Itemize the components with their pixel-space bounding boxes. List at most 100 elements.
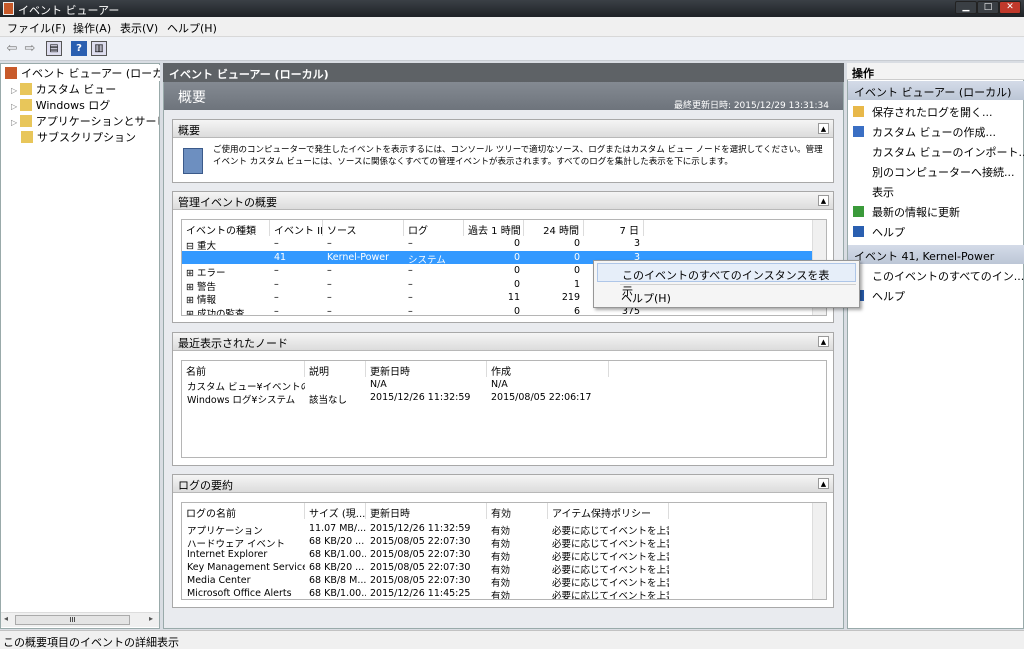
- expand-arrow-icon[interactable]: ▷: [11, 102, 20, 111]
- admin-section-header[interactable]: 管理イベントの概要 ▲: [173, 192, 833, 210]
- action-item[interactable]: このイベントのすべてのイン...: [872, 268, 1024, 284]
- recent-section-header[interactable]: 最近表示されたノード ▲: [173, 333, 833, 351]
- menu-view[interactable]: 表示(V): [120, 20, 158, 36]
- table-cell: 0: [573, 251, 580, 263]
- table-cell: –: [274, 278, 279, 290]
- collapse-icon[interactable]: ▲: [818, 195, 829, 206]
- column-header[interactable]: 24 時間: [524, 220, 584, 236]
- console-tree-icon[interactable]: ▤: [46, 41, 62, 56]
- collapse-icon[interactable]: ▲: [818, 123, 829, 134]
- open-log-icon: [853, 106, 864, 117]
- column-header[interactable]: 7 日: [584, 220, 644, 236]
- scroll-thumb[interactable]: III: [15, 615, 130, 625]
- collapse-icon[interactable]: ▲: [818, 478, 829, 489]
- column-header[interactable]: 更新日時: [366, 361, 487, 377]
- log-section-header[interactable]: ログの要約 ▲: [173, 475, 833, 493]
- menu-item-show-all-instances[interactable]: このイベントのすべてのインスタンスを表示: [597, 263, 856, 298]
- center-header: イベント ビューアー (ローカル): [163, 63, 844, 82]
- tree-item-windows-logs[interactable]: ▷ Windows ログ: [11, 97, 159, 113]
- table-cell: 2015/08/05 22:07:30: [370, 536, 471, 547]
- menu-help[interactable]: ヘルプ(H): [167, 20, 217, 36]
- vertical-scrollbar[interactable]: [812, 503, 826, 599]
- table-cell: –: [408, 292, 413, 303]
- table-cell: 有効: [491, 591, 511, 600]
- log-summary-table: ログの名前 サイズ (現... 更新日時 有効 アイテム保持ポリシー アプリケー…: [181, 502, 827, 600]
- tree-label: サブスクリプション: [37, 131, 136, 144]
- column-header[interactable]: 過去 1 時間: [464, 220, 524, 236]
- back-arrow-icon[interactable]: ⇦: [4, 40, 20, 58]
- action-item[interactable]: 別のコンピューターへ接続...: [872, 164, 1015, 180]
- tree-item-subscriptions[interactable]: サブスクリプション: [21, 129, 159, 145]
- tree-label: カスタム ビュー: [35, 83, 117, 96]
- menu-item-help[interactable]: ヘルプ(H): [597, 287, 856, 306]
- summary-section-header[interactable]: 概要 ▲: [173, 120, 833, 138]
- collapse-icon[interactable]: ▲: [818, 336, 829, 347]
- status-bar: この概要項目のイベントの詳細表示: [0, 630, 1024, 649]
- column-header[interactable]: ソース: [323, 220, 404, 236]
- column-header[interactable]: サイズ (現...: [305, 503, 366, 519]
- menu-action[interactable]: 操作(A): [73, 20, 111, 36]
- menu-file[interactable]: ファイル(F): [7, 20, 66, 36]
- menu-bar: ファイル(F) 操作(A) 表示(V) ヘルプ(H): [0, 17, 1024, 37]
- column-header[interactable]: 作成: [487, 361, 609, 377]
- maximize-button[interactable]: □: [977, 1, 999, 14]
- tree-item-root[interactable]: イベント ビューアー (ローカル): [5, 65, 160, 81]
- table-cell: 2015/12/26 11:32:59: [370, 392, 471, 403]
- action-item[interactable]: 保存されたログを開く...: [872, 104, 993, 120]
- action-item[interactable]: カスタム ビューの作成...: [872, 124, 996, 140]
- section-title: 管理イベントの概要: [178, 196, 277, 209]
- table-cell: –: [408, 238, 413, 249]
- folder-icon: [19, 115, 32, 127]
- console-tree: イベント ビューアー (ローカル) ▷ カスタム ビュー ▷ Windows ロ…: [0, 63, 160, 629]
- table-cell: 68 KB/8 M...: [309, 575, 366, 586]
- actions-group-event[interactable]: イベント 41, Kernel-Power: [848, 245, 1024, 264]
- column-header[interactable]: 有効: [487, 503, 548, 519]
- close-button[interactable]: ✕: [999, 1, 1021, 14]
- table-cell: 6: [573, 305, 580, 316]
- action-item[interactable]: 最新の情報に更新: [872, 204, 960, 220]
- expand-arrow-icon[interactable]: ▷: [11, 118, 20, 127]
- action-item[interactable]: 表示: [872, 184, 894, 200]
- tree-item-custom-views[interactable]: ▷ カスタム ビュー: [11, 81, 159, 97]
- column-header[interactable]: イベントの種類: [182, 220, 270, 236]
- tree-label: イベント ビューアー (ローカル): [21, 67, 160, 80]
- table-cell: –: [327, 305, 332, 316]
- action-pane-icon[interactable]: ▥: [91, 41, 107, 56]
- event-viewer-icon: [5, 67, 17, 79]
- column-header[interactable]: ログ: [404, 220, 464, 236]
- table-cell: –: [408, 305, 413, 316]
- scroll-right-icon[interactable]: ▸: [149, 614, 153, 623]
- column-header[interactable]: ログの名前: [182, 503, 305, 519]
- subscription-icon: [21, 131, 33, 143]
- action-item[interactable]: カスタム ビューのインポート...: [872, 144, 1024, 160]
- table-cell: Key Management Service: [187, 562, 305, 573]
- column-header[interactable]: 更新日時: [366, 503, 487, 519]
- table-cell: 68 KB/20 ...: [309, 562, 365, 573]
- tree-item-apps-services[interactable]: ▷ アプリケーションとサービス: [11, 113, 159, 129]
- table-cell: 41: [274, 251, 287, 263]
- table-cell: 11.07 MB/...: [309, 523, 366, 534]
- column-header[interactable]: アイテム保持ポリシー: [548, 503, 669, 519]
- table-cell: 0: [573, 238, 580, 249]
- action-item[interactable]: ヘルプ: [872, 288, 905, 304]
- tree-horizontal-scrollbar[interactable]: ◂ III ▸: [1, 612, 159, 627]
- minimize-button[interactable]: ▁: [955, 1, 977, 14]
- column-header[interactable]: イベント ID: [270, 220, 323, 236]
- table-cell: 0: [513, 305, 520, 316]
- table-cell: Internet Explorer: [187, 549, 268, 560]
- column-header[interactable]: 説明: [305, 361, 366, 377]
- forward-arrow-icon[interactable]: ⇨: [22, 40, 38, 58]
- table-cell: 0: [513, 265, 520, 276]
- table-cell: –: [274, 265, 279, 276]
- menu-separator: [620, 284, 856, 285]
- help-icon[interactable]: ?: [71, 41, 87, 56]
- table-cell: Microsoft Office Alerts: [187, 588, 292, 599]
- action-item[interactable]: ヘルプ: [872, 224, 905, 240]
- table-cell: 68 KB/1.00...: [309, 549, 366, 560]
- actions-group-event-viewer[interactable]: イベント ビューアー (ローカル): [848, 81, 1024, 100]
- column-header[interactable]: 名前: [182, 361, 305, 377]
- scroll-left-icon[interactable]: ◂: [4, 614, 8, 623]
- window-title: イベント ビューアー: [18, 4, 120, 17]
- table-cell: 2015/08/05 22:07:30: [370, 575, 471, 586]
- expand-arrow-icon[interactable]: ▷: [11, 86, 20, 95]
